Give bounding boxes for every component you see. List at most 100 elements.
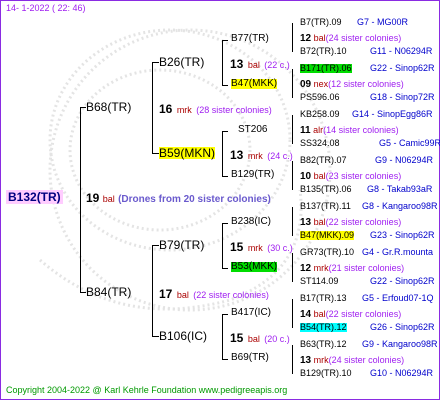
gen1-name[interactable]: B84(TR)	[86, 286, 131, 298]
sister-colonies: (21 sister colonies)	[328, 263, 405, 273]
bal-label: mrk	[247, 151, 263, 161]
connector	[152, 62, 159, 63]
gen3-info: 12 bal(24 sister colonies)	[300, 34, 401, 44]
connector	[222, 131, 223, 177]
connector	[152, 153, 159, 154]
gen3-name[interactable]: B47(MKK)	[231, 79, 278, 89]
copyright-footer: Copyright 2004-2022 @ Karl Kehrle Founda…	[6, 385, 288, 395]
gen3-info: 11 alr(14 sister colonies)	[300, 126, 399, 136]
sister-colonies: (24 c.)	[267, 151, 293, 161]
bal-label: bal	[313, 217, 326, 227]
connector	[222, 223, 223, 269]
bal-label: alr	[313, 125, 324, 135]
gen3-info: 14 bal(22 sister colonies)	[300, 310, 401, 320]
connector	[222, 268, 228, 269]
connector	[292, 161, 293, 190]
bal-label: mrk	[313, 355, 329, 365]
connector	[152, 245, 153, 337]
connector	[222, 176, 228, 177]
gen4-code: G9 - Kangaroo98R	[362, 339, 438, 349]
gen3-info: 09 nex(12 sister colonies)	[300, 80, 404, 90]
gen2-name[interactable]: B79(TR)	[159, 239, 204, 251]
gen4-code: G8 - Takab93aR	[367, 184, 433, 194]
gen3-name[interactable]: ST206	[238, 125, 267, 135]
gen4-code: G22 - Sinop62R	[370, 63, 435, 73]
gen4-name[interactable]: B72(TR).10	[300, 47, 347, 56]
count: 11	[300, 125, 311, 136]
sister-colonies: (14 sister colonies)	[323, 125, 399, 135]
drone-description: (Drones from 20 sister colonies)	[118, 194, 271, 205]
connector	[222, 314, 223, 360]
connector	[222, 131, 228, 132]
gen4-name[interactable]: B7(TR).09	[300, 18, 342, 27]
gen4-code: G5 - Camic99R	[379, 138, 440, 148]
gen1-name[interactable]: B68(TR)	[86, 101, 131, 113]
gen2-name[interactable]: B106(IC)	[159, 330, 207, 342]
connector	[292, 115, 293, 144]
gen2-info: 15 mrk (30 c.)	[230, 239, 293, 255]
gen4-code: G5 - Erfoud07-1Q	[362, 293, 434, 303]
gen4-name[interactable]: B17(TR).13	[300, 294, 347, 303]
root-queen[interactable]: B132(TR)	[6, 190, 63, 204]
count: 15	[230, 331, 244, 345]
gen4-name[interactable]: KB258.09	[300, 110, 340, 119]
connector	[222, 40, 223, 86]
gen4-name[interactable]: ST114.09	[300, 277, 338, 286]
connector	[292, 253, 293, 282]
gen2-info: 13 bal (22 c.)	[230, 56, 290, 72]
gen4-name[interactable]: B135(TR).06	[300, 185, 352, 194]
report-date: 14- 1-2022 ( 22: 46)	[6, 3, 86, 13]
gen4-name[interactable]: B54(TR).12	[300, 323, 347, 332]
sister-colonies: (30 c.)	[267, 243, 293, 253]
gen4-name[interactable]: GR73(TR).10	[300, 248, 354, 257]
gen3-info: 12 mrk(21 sister colonies)	[300, 264, 404, 274]
gen4-name[interactable]: PS596.06	[300, 93, 340, 102]
gen4-code: G11 - N06294R	[370, 46, 433, 56]
sister-colonies: (22 sister colonies)	[325, 309, 402, 319]
bal-label: bal	[247, 334, 260, 344]
gen4-name[interactable]: B137(TR).11	[300, 202, 351, 211]
connector	[80, 107, 81, 293]
gen4-code: G9 - N06294R	[375, 155, 434, 165]
bal-label: bal	[313, 171, 326, 181]
sister-colonies: (24 sister colonies)	[328, 355, 405, 365]
gen4-name[interactable]: B129(TR).10	[300, 369, 352, 378]
gen1-info: 16 mrk (28 sister colonies)	[159, 101, 272, 117]
bal-label: mrk	[176, 105, 192, 115]
gen4-name[interactable]: B63(TR).12	[300, 340, 347, 349]
connector	[222, 314, 228, 315]
gen4-name[interactable]: B47(MKK).09	[300, 231, 355, 240]
bal-label: mrk	[247, 243, 263, 253]
gen4-name[interactable]: SS324.08	[300, 139, 340, 148]
count: 13	[300, 355, 312, 366]
connector	[292, 69, 293, 98]
gen3-name[interactable]: B238(IC)	[231, 217, 271, 227]
gen3-name[interactable]: B129(TR)	[231, 170, 274, 180]
connector	[222, 223, 228, 224]
gen4-name[interactable]: B82(TR).07	[300, 156, 347, 165]
sister-colonies: (23 sister colonies)	[325, 171, 402, 181]
sister-colonies: (20 c.)	[264, 334, 290, 344]
connector	[222, 40, 228, 41]
gen2-name[interactable]: B26(TR)	[159, 56, 204, 68]
gen3-info: 13 bal(22 sister colonies)	[300, 218, 401, 228]
count: 12	[300, 33, 312, 44]
sister-colonies: (12 sister colonies)	[328, 79, 404, 89]
gen4-code: G23 - Sinop62R	[370, 230, 435, 240]
gen3-info: 13 mrk(24 sister colonies)	[300, 356, 404, 366]
gen3-info: 10 bal(23 sister colonies)	[300, 172, 401, 182]
gen4-name[interactable]: B171(TR).06	[300, 64, 352, 73]
gen4-code: G4 - Gr.R.mounta	[362, 247, 434, 257]
connector	[152, 62, 153, 154]
gen2-info: 15 bal (20 c.)	[230, 330, 290, 346]
connector	[152, 336, 159, 337]
gen2-name[interactable]: B59(MKN)	[159, 147, 216, 159]
gen3-name[interactable]: B417(IC)	[231, 308, 271, 318]
bal-label: mrk	[313, 263, 329, 273]
gen3-name[interactable]: B77(TR)	[231, 34, 269, 44]
gen3-name[interactable]: B69(TR)	[231, 353, 269, 363]
count: 09	[300, 79, 312, 90]
count: 17	[159, 287, 173, 301]
sister-colonies: (22 c.)	[264, 60, 290, 70]
gen3-name[interactable]: B53(MKK)	[231, 262, 278, 272]
